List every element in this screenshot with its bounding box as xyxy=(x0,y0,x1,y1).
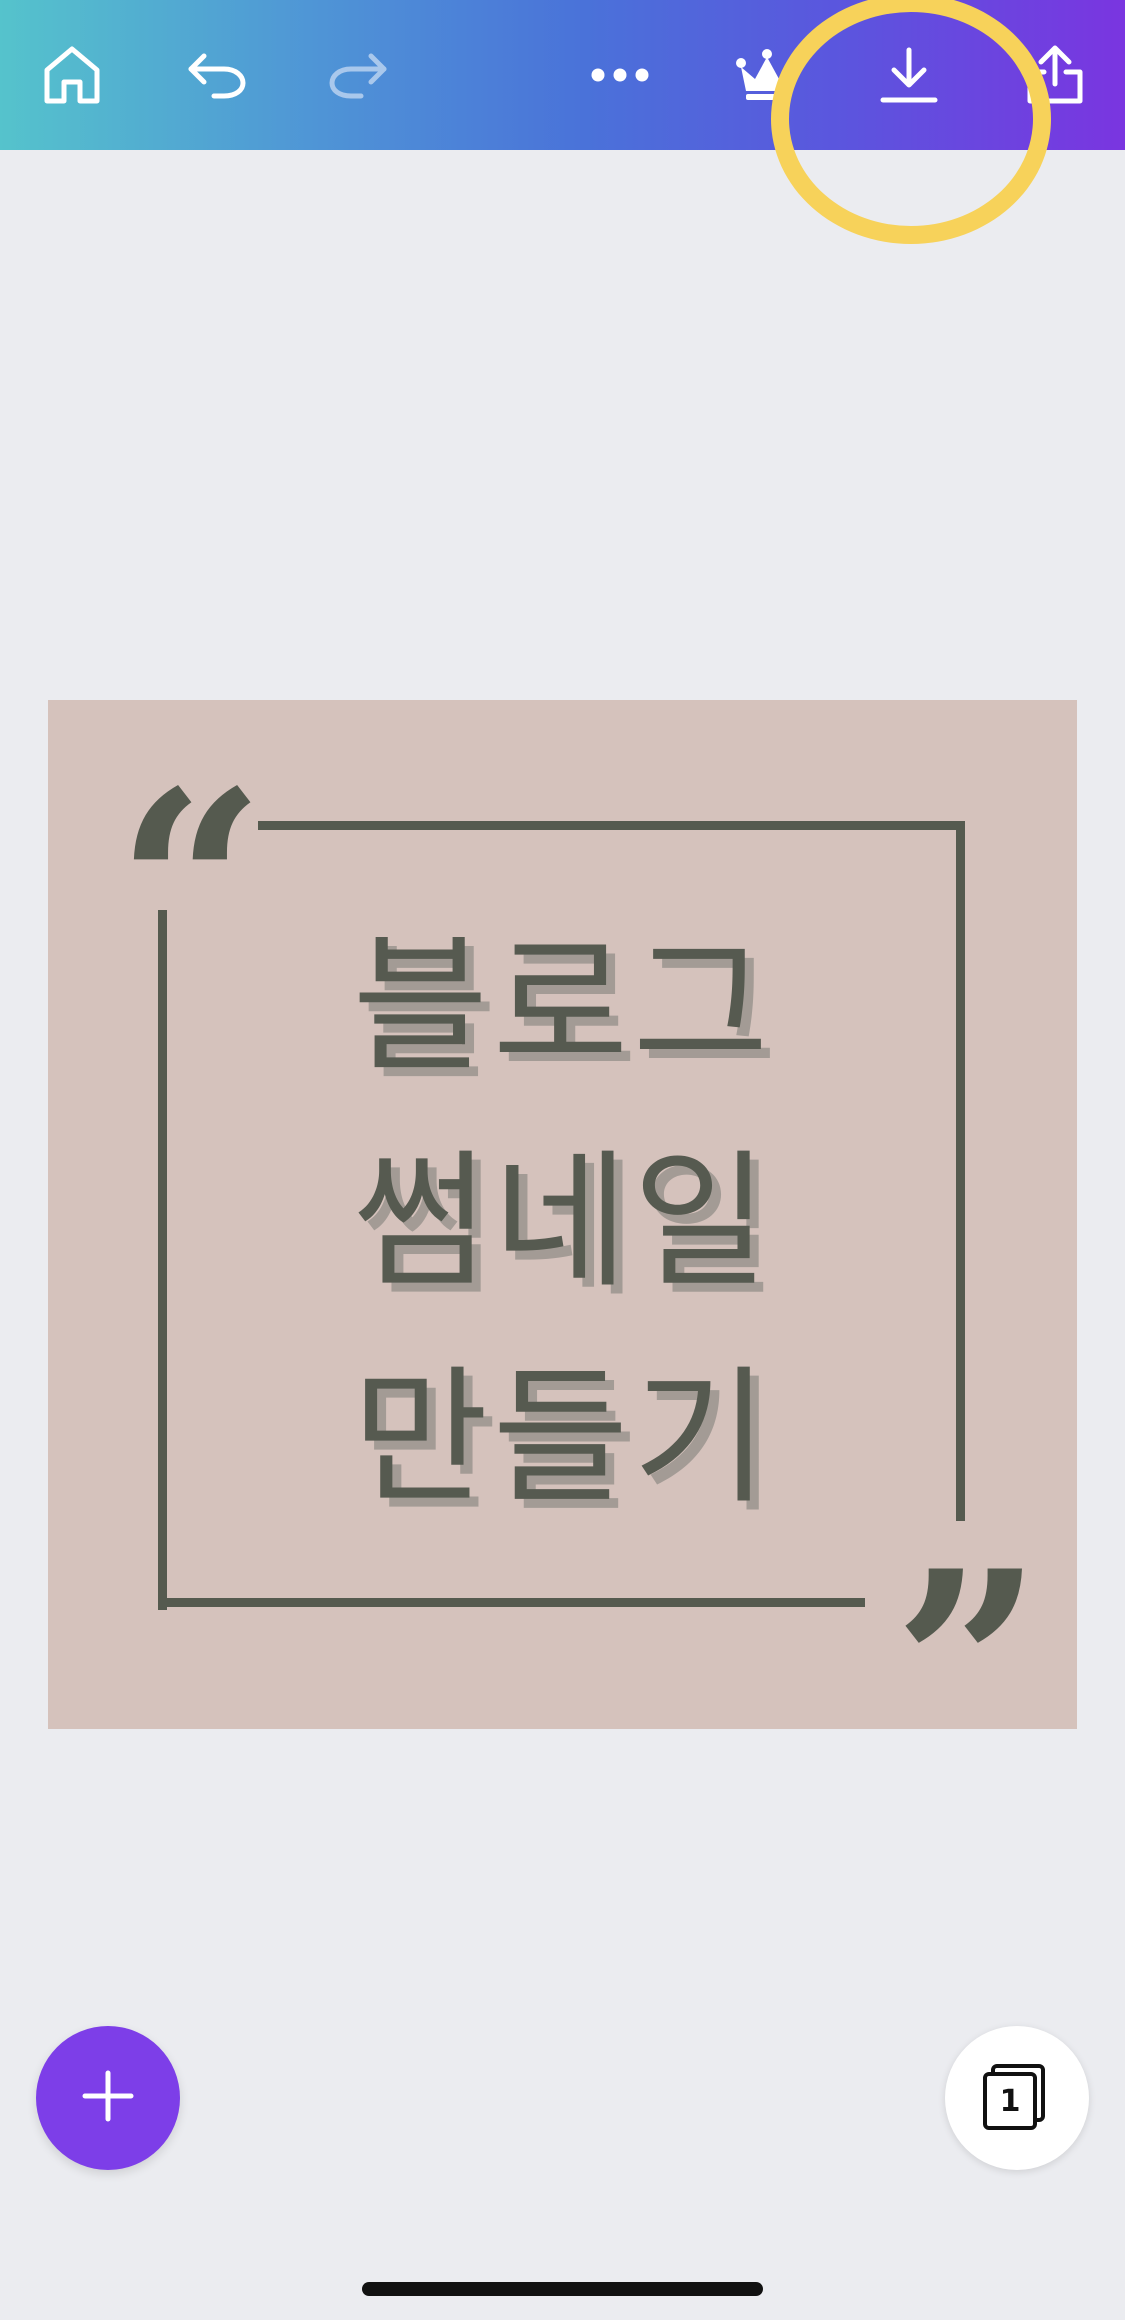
share-button[interactable] xyxy=(1010,30,1100,120)
more-icon xyxy=(590,67,650,83)
undo-button[interactable] xyxy=(172,30,262,120)
redo-button[interactable] xyxy=(313,30,403,120)
frame-top-line xyxy=(258,821,963,830)
title-line-3: 만들기 xyxy=(352,1352,773,1524)
page-count: 1 xyxy=(983,2072,1037,2130)
design-page[interactable]: “ ” 블로그 썸네일 만들기 xyxy=(48,700,1077,1798)
title-line-1: 블로그 xyxy=(352,920,773,1092)
more-button[interactable] xyxy=(575,30,665,120)
title-line-2: 썸네일 xyxy=(352,1136,773,1308)
close-quote-mark: ” xyxy=(893,1515,1043,1820)
download-button[interactable] xyxy=(864,30,954,120)
undo-icon xyxy=(186,50,248,100)
crown-icon xyxy=(735,47,799,103)
top-toolbar xyxy=(0,0,1125,150)
home-indicator xyxy=(362,2282,763,2296)
frame-bottom-line xyxy=(158,1598,865,1607)
editor-canvas: “ ” 블로그 썸네일 만들기 xyxy=(0,150,1125,2320)
add-element-button[interactable] xyxy=(36,2026,180,2170)
home-button[interactable] xyxy=(27,30,117,120)
redo-icon xyxy=(327,50,389,100)
page-counter-button[interactable]: 1 xyxy=(945,2026,1089,2170)
home-icon xyxy=(42,44,102,106)
premium-button[interactable] xyxy=(722,30,812,120)
plus-icon xyxy=(82,2070,134,2126)
download-icon xyxy=(879,46,939,104)
share-icon xyxy=(1024,44,1086,106)
